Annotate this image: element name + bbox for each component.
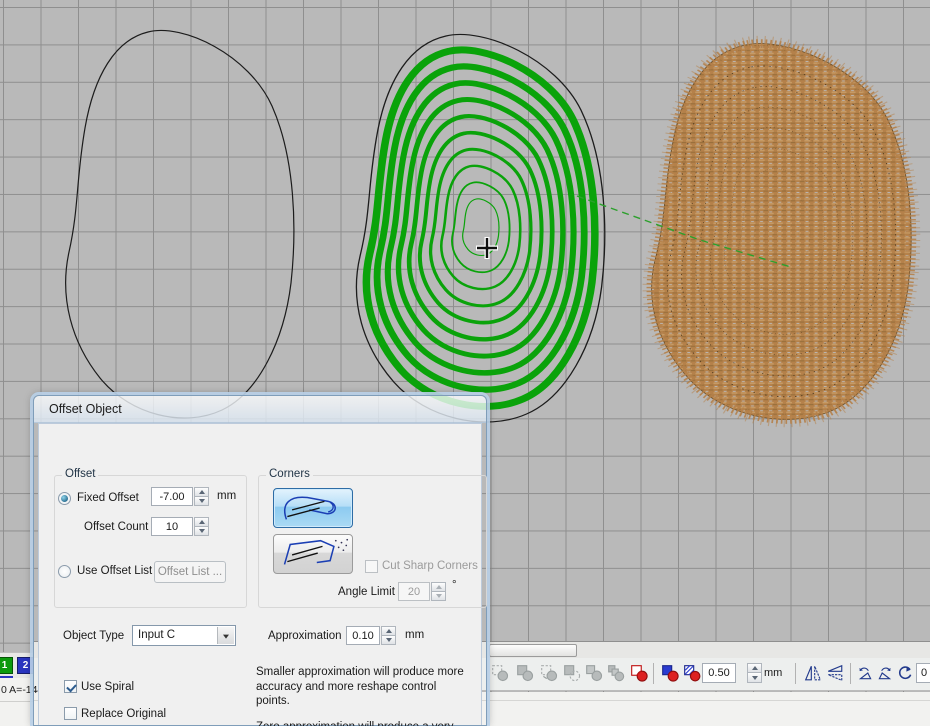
rotate-ccw-icon[interactable] <box>896 664 914 682</box>
stitched-shape[interactable] <box>652 44 912 420</box>
offset-count-input[interactable]: 10 <box>151 517 193 536</box>
rotate-right-icon[interactable] <box>876 664 894 682</box>
cut-sharp-corners-label: Cut Sharp Corners <box>382 560 478 572</box>
color-palette: 1 2 <box>0 652 33 678</box>
rounded-corners-button[interactable] <box>273 488 353 528</box>
status-coordinates: 0 A=-14 <box>0 678 33 726</box>
weld-disabled-icon[interactable] <box>491 664 509 682</box>
front-minus-back-disabled-icon[interactable] <box>585 664 603 682</box>
application-window: 0.50 mm 0 1 2 0 A=-14 Off <box>0 0 930 726</box>
outline-width-stepper[interactable] <box>747 663 762 683</box>
dialog-title-bar[interactable]: Offset Object <box>34 396 486 423</box>
offset-group-label: Offset <box>62 468 98 480</box>
object-type-select[interactable]: Input C <box>132 625 236 646</box>
outline-width-unit: mm <box>764 667 782 679</box>
replace-original-checkbox[interactable] <box>64 707 77 720</box>
dialog-body: Offset Fixed Offset -7.00 mm Offset Coun… <box>38 423 482 725</box>
offset-list-button[interactable]: Offset List ... <box>154 561 226 583</box>
spiral-offset-shape[interactable] <box>356 34 604 422</box>
offset-object-dialog: Offset Object Offset Fixed Offset -7.00 … <box>33 395 487 726</box>
fixed-offset-unit: mm <box>217 490 236 502</box>
palette-color-1[interactable]: 1 <box>0 657 13 674</box>
sharp-corners-button[interactable] <box>273 534 353 574</box>
chevron-down-icon[interactable] <box>217 627 234 644</box>
fill-hole-icon[interactable] <box>683 664 701 682</box>
palette-color-2[interactable]: 2 <box>17 657 34 674</box>
cut-sharp-corners-checkbox[interactable] <box>365 560 378 573</box>
mirror-vertical-icon[interactable] <box>826 664 844 682</box>
use-offset-list-radio[interactable] <box>58 565 71 578</box>
offset-count-stepper[interactable] <box>194 517 209 536</box>
intersect-disabled-icon[interactable] <box>540 664 558 682</box>
object-type-value: Input C <box>138 629 175 641</box>
rotate-angle-input[interactable]: 0 <box>916 663 930 683</box>
dialog-title: Offset Object <box>49 402 122 416</box>
use-offset-list-label: Use Offset List <box>77 565 152 577</box>
to-front-icon[interactable] <box>661 664 679 682</box>
approximation-label: Approximation <box>268 630 342 642</box>
outline-width-input[interactable]: 0.50 <box>702 663 736 683</box>
approximation-stepper[interactable] <box>381 626 396 645</box>
approximation-input[interactable]: 0.10 <box>346 626 380 645</box>
fixed-offset-radio[interactable] <box>58 492 71 505</box>
fixed-offset-stepper[interactable] <box>194 487 209 506</box>
fixed-offset-label: Fixed Offset <box>77 492 139 504</box>
rotate-left-icon[interactable] <box>856 664 874 682</box>
back-minus-front-disabled-icon[interactable] <box>607 664 625 682</box>
approximation-unit: mm <box>405 629 424 641</box>
toolbar-separator <box>653 663 654 684</box>
corners-group-label: Corners <box>266 468 313 480</box>
rounded-corners-icon <box>274 489 352 527</box>
mirror-horizontal-icon[interactable] <box>804 664 822 682</box>
angle-limit-stepper[interactable] <box>431 582 446 601</box>
toolbar-separator <box>850 663 851 684</box>
use-spiral-checkbox[interactable] <box>64 680 77 693</box>
replace-original-label: Replace Original <box>81 708 166 720</box>
sharp-corners-icon <box>274 535 352 573</box>
approximation-note-1: Smaller approximation will produce more … <box>256 665 468 709</box>
angle-limit-input[interactable]: 20 <box>398 582 430 601</box>
angle-limit-unit: ° <box>452 579 457 591</box>
use-spiral-label: Use Spiral <box>81 681 134 693</box>
outline-shape[interactable] <box>66 30 294 418</box>
weld-icon[interactable] <box>630 664 648 682</box>
approximation-note-2: Zero approximation will produce a very a… <box>256 720 468 726</box>
offset-count-label: Offset Count <box>84 521 148 533</box>
angle-limit-label: Angle Limit <box>338 586 395 598</box>
object-type-label: Object Type <box>63 630 124 642</box>
trim-disabled-icon[interactable] <box>516 664 534 682</box>
exclude-disabled-icon[interactable] <box>563 664 581 682</box>
toolbar-separator <box>795 663 796 684</box>
scrollbar-thumb[interactable] <box>489 644 577 657</box>
fixed-offset-input[interactable]: -7.00 <box>151 487 193 506</box>
